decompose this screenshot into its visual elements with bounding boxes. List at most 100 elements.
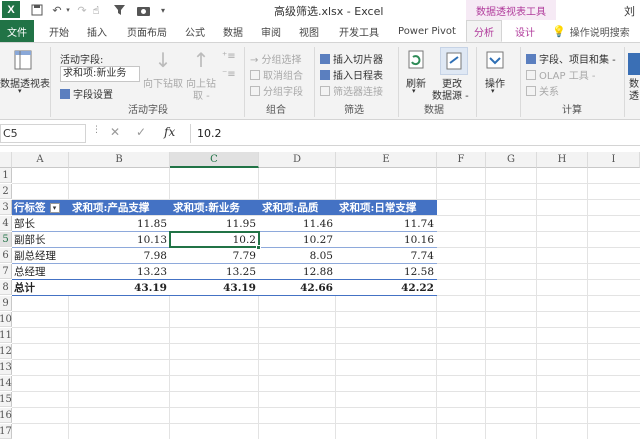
redo-icon[interactable]: ↷ xyxy=(76,2,88,18)
filter-connections-button[interactable]: 筛选器连接 xyxy=(320,83,383,98)
tab-home[interactable]: 开始 xyxy=(44,20,74,42)
tab-power-pivot[interactable]: Power Pivot xyxy=(396,20,458,42)
column-header-b[interactable]: B xyxy=(69,152,170,168)
pivot-header-cell[interactable]: 求和项:日常支撑 xyxy=(339,200,437,215)
pivot-value-cell[interactable]: 11.46 xyxy=(259,216,336,231)
column-header-a[interactable]: A xyxy=(12,152,69,168)
row-header[interactable]: 11 xyxy=(0,328,12,343)
row-header[interactable]: 10 xyxy=(0,312,12,327)
tab-insert[interactable]: 插入 xyxy=(82,20,112,42)
pivot-row-label[interactable]: 部长 xyxy=(12,216,69,231)
olap-tools-button[interactable]: OLAP 工具 - xyxy=(526,67,596,82)
pivot-total-cell[interactable]: 42.66 xyxy=(259,280,336,295)
insert-timeline-button[interactable]: 插入日程表 xyxy=(320,67,383,82)
row-header[interactable]: 8 xyxy=(0,280,12,295)
active-cell-selection[interactable] xyxy=(169,231,260,248)
tab-file[interactable]: 文件 xyxy=(0,20,34,42)
row-header[interactable]: 2 xyxy=(0,184,12,199)
touch-mode-icon[interactable]: ☝ xyxy=(90,2,102,18)
save-icon[interactable] xyxy=(30,2,44,18)
actions-button[interactable]: 操作 xyxy=(485,75,505,90)
pivot-table-dropdown-icon[interactable]: ▾ xyxy=(18,87,22,95)
drill-down-button[interactable]: 向下钻取 xyxy=(143,75,183,90)
drill-up-icon[interactable]: ↑ xyxy=(190,48,212,72)
field-settings-button[interactable]: 字段设置 xyxy=(60,86,113,101)
refresh-button[interactable]: 刷新 xyxy=(406,75,426,90)
group-selection-button[interactable]: → 分组选择 xyxy=(250,51,302,66)
row-header[interactable]: 7 xyxy=(0,264,12,279)
actions-dropdown-icon[interactable]: ▾ xyxy=(491,87,495,95)
row-header[interactable]: 15 xyxy=(0,392,12,407)
tab-review[interactable]: 审阅 xyxy=(256,20,286,42)
pivot-table-icon[interactable] xyxy=(12,49,34,71)
expand-field-icon[interactable]: ⁺≡ xyxy=(222,51,236,62)
refresh-dropdown-icon[interactable]: ▾ xyxy=(412,87,416,95)
row-header-selected[interactable]: 5 xyxy=(0,232,12,247)
pivot-value-cell[interactable]: 11.95 xyxy=(170,216,259,231)
enter-icon[interactable]: ✓ xyxy=(136,125,146,139)
pivot-value-cell[interactable]: 12.58 xyxy=(336,264,437,279)
row-header[interactable]: 12 xyxy=(0,344,12,359)
pivot-grand-total-label[interactable]: 总计 xyxy=(12,280,69,295)
column-header-e[interactable]: E xyxy=(336,152,437,168)
row-header[interactable]: 16 xyxy=(0,408,12,423)
pivot-value-cell[interactable]: 13.23 xyxy=(69,264,170,279)
insert-function-icon[interactable]: fx xyxy=(164,125,175,139)
pivot-value-cell[interactable]: 7.79 xyxy=(170,248,259,263)
pivot-row-label[interactable]: 总经理 xyxy=(12,264,69,279)
pivot-row-labels-header[interactable]: 行标签 ▾ xyxy=(12,200,69,215)
pivot-value-cell[interactable]: 10.16 xyxy=(336,232,437,247)
pivot-row-label[interactable]: 副部长 xyxy=(12,232,69,247)
change-source-icon[interactable] xyxy=(440,47,468,75)
pivot-total-cell[interactable]: 43.19 xyxy=(170,280,259,295)
pivot-value-cell[interactable]: 11.85 xyxy=(69,216,170,231)
pivot-row-label[interactable]: 副总经理 xyxy=(12,248,69,263)
select-all-corner[interactable] xyxy=(0,152,12,168)
row-header[interactable]: 17 xyxy=(0,424,12,439)
pivot-value-cell[interactable]: 10.27 xyxy=(259,232,336,247)
pivot-value-cell[interactable]: 8.05 xyxy=(259,248,336,263)
actions-icon[interactable] xyxy=(484,49,506,71)
row-header[interactable]: 1 xyxy=(0,168,12,183)
fill-handle[interactable] xyxy=(256,245,261,250)
pivot-header-cell[interactable]: 求和项:品质 xyxy=(262,200,336,215)
tab-analyze[interactable]: 分析 xyxy=(466,20,502,42)
tab-formulas[interactable]: 公式 xyxy=(180,20,210,42)
column-header-f[interactable]: F xyxy=(437,152,486,168)
name-box[interactable]: C5 xyxy=(0,124,86,143)
tab-data[interactable]: 数据 xyxy=(218,20,248,42)
tab-developer[interactable]: 开发工具 xyxy=(334,20,384,42)
undo-icon[interactable]: ↶ xyxy=(50,2,64,18)
drill-down-icon[interactable]: ↓ xyxy=(152,48,174,72)
filter-icon[interactable] xyxy=(112,2,126,18)
pivot-value-cell[interactable]: 12.88 xyxy=(259,264,336,279)
pivot-total-cell[interactable]: 42.22 xyxy=(336,280,437,295)
customize-qat-icon[interactable]: ▾ xyxy=(158,2,168,18)
pivot-value-cell[interactable]: 13.25 xyxy=(170,264,259,279)
column-header-i[interactable]: I xyxy=(588,152,640,168)
pivot-value-cell[interactable]: 7.74 xyxy=(336,248,437,263)
refresh-icon[interactable] xyxy=(405,49,427,71)
fields-items-sets-button[interactable]: 字段、项目和集 - xyxy=(526,51,616,66)
group-field-button[interactable]: 分组字段 xyxy=(250,83,303,98)
column-header-h[interactable]: H xyxy=(537,152,588,168)
row-header[interactable]: 13 xyxy=(0,360,12,375)
column-header-d[interactable]: D xyxy=(259,152,336,168)
active-field-input[interactable]: 求和项:新业务 xyxy=(60,66,140,82)
pivot-table-button[interactable]: 数据透视表 xyxy=(0,75,50,90)
tab-design[interactable]: 设计 xyxy=(508,20,542,42)
row-header[interactable]: 14 xyxy=(0,376,12,391)
relationships-button[interactable]: 关系 xyxy=(526,83,559,98)
row-header[interactable]: 3 xyxy=(0,200,12,215)
pivot-chart-icon[interactable] xyxy=(628,53,640,75)
column-header-c[interactable]: C xyxy=(170,152,259,168)
filter-dropdown-icon[interactable]: ▾ xyxy=(49,202,60,213)
tell-me-search[interactable]: 💡 操作说明搜索 xyxy=(552,20,630,42)
row-header[interactable]: 6 xyxy=(0,248,12,263)
pivot-value-cell[interactable]: 7.98 xyxy=(69,248,170,263)
pivot-header-cell[interactable]: 求和项:产品支撑 xyxy=(72,200,170,215)
cancel-icon[interactable]: ✕ xyxy=(110,125,120,139)
undo-dropdown-icon[interactable]: ▾ xyxy=(64,2,72,18)
column-header-g[interactable]: G xyxy=(486,152,537,168)
row-header[interactable]: 9 xyxy=(0,296,12,311)
